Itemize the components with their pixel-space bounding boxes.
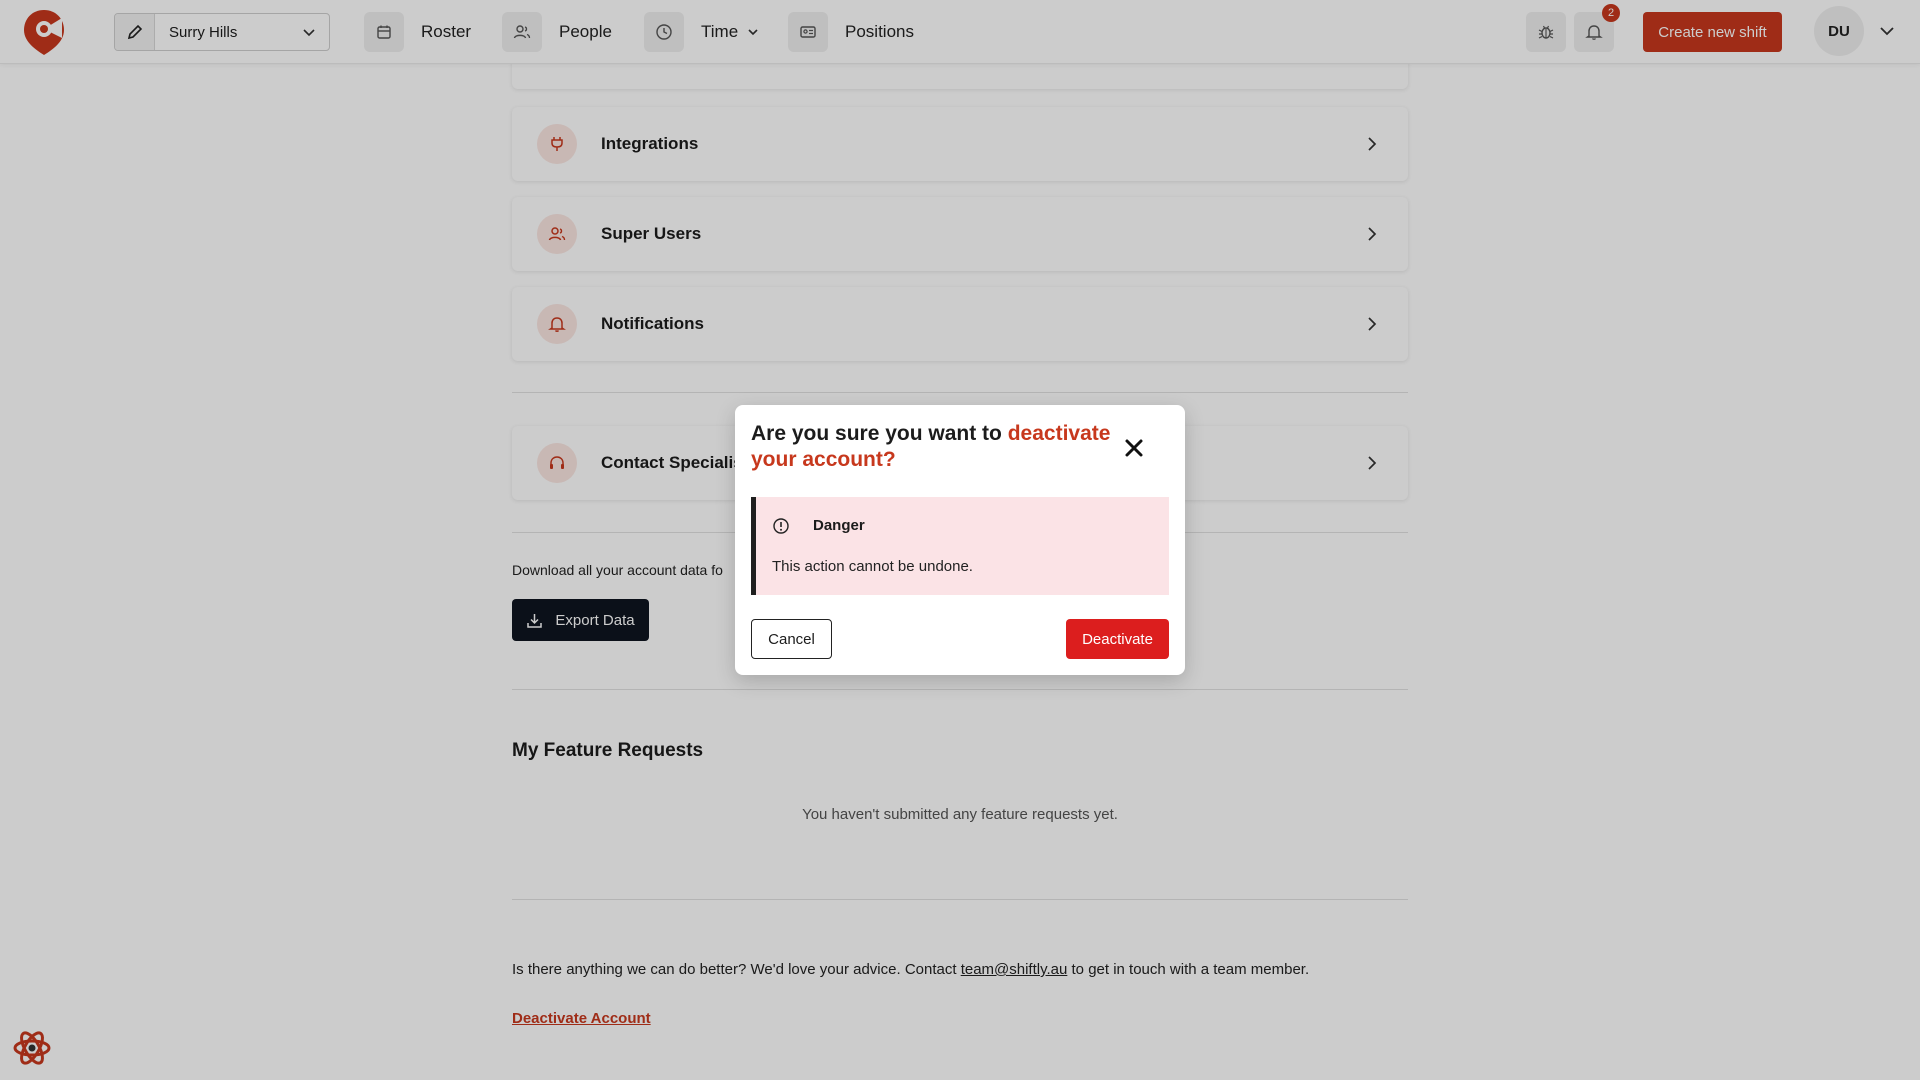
info-circle-icon [773,518,789,534]
alert-text: This action cannot be undone. [772,558,973,575]
deactivate-button[interactable]: Deactivate [1066,619,1169,659]
deactivate-confirm-dialog: Are you sure you want to deactivate your… [735,405,1185,675]
dialog-title: Are you sure you want to deactivate your… [751,421,1111,473]
cancel-button[interactable]: Cancel [751,619,832,659]
close-button[interactable] [1121,435,1147,461]
close-icon [1125,439,1143,457]
danger-alert: Danger This action cannot be undone. [751,497,1169,595]
dialog-title-prefix: Are you sure you want to [751,422,1008,445]
alert-title: Danger [813,517,865,534]
